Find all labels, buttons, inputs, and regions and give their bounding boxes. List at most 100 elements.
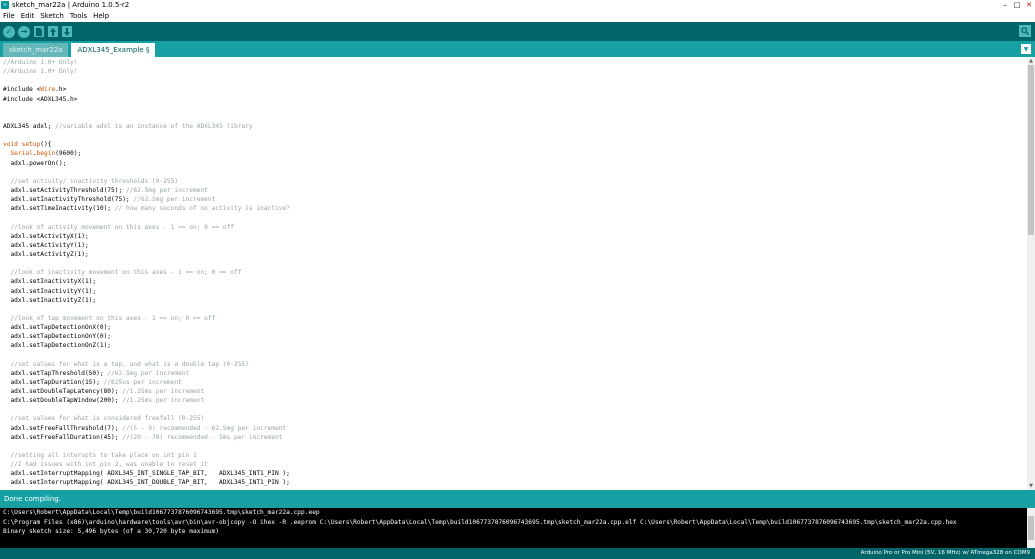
code-line[interactable]: void setup(){ [3,140,1013,149]
code-line[interactable]: //setting all interupts to take place on… [3,451,1013,460]
console-line: C:\Users\Robert\AppData\Local\Temp\build… [3,509,320,516]
code-token: setup [21,141,41,149]
code-line[interactable]: adxl.setActivityX(1); [3,232,1013,241]
code-line[interactable] [3,305,1013,314]
menu-file[interactable]: File [0,12,18,20]
code-line[interactable]: adxl.setTapDetectionOnX(0); [3,323,1013,332]
code-line[interactable]: //look of inactivity movement on this ax… [3,268,1013,277]
code-token: //(5 - 9) recommended - 62.5mg per incre… [122,424,287,432]
code-line[interactable]: Serial.begin(9600); [3,149,1013,158]
new-button[interactable] [34,26,44,37]
tab-adxl345-example[interactable]: ADXL345_Example § [71,43,156,57]
code-token: //look of tap movement on this axes - 1 … [10,314,216,322]
code-line[interactable]: #include <ADXL345.h> [3,95,1013,104]
save-arrow-icon [64,27,70,36]
open-button[interactable] [48,26,58,37]
open-arrow-icon [50,27,56,36]
serial-monitor-button[interactable] [1019,25,1031,37]
code-line[interactable]: adxl.setActivityThreshold(75); //62.5mg … [3,186,1013,195]
code-line[interactable] [3,113,1013,122]
code-line[interactable]: adxl.setTapDetectionOnZ(1); [3,341,1013,350]
code-line[interactable]: //Arduino 1.0+ Only! [3,67,1013,76]
code-line[interactable]: adxl.setInactivityX(1); [3,277,1013,286]
menu-sketch[interactable]: Sketch [37,12,67,20]
code-line[interactable]: ADXL345 adxl; //variable adxl is an inst… [3,122,1013,131]
upload-button[interactable]: → [18,25,30,38]
code-line[interactable]: //look of activity movement on this axes… [3,223,1013,232]
code-line[interactable]: adxl.setActivityZ(1); [3,250,1013,259]
code-line[interactable]: #include <Wire.h> [3,85,1013,94]
console-scrollbar-thumb[interactable] [1028,516,1034,540]
minimize-icon[interactable]: – [999,0,1011,10]
code-line[interactable]: //set values for what is considered free… [3,414,1013,423]
code-token: adxl.setInactivityZ(1); [3,296,97,304]
code-token: //set activity/ inactivity thresholds (0… [10,177,179,185]
code-line[interactable]: adxl.setTapDuration(15); //625us per inc… [3,378,1013,387]
scroll-up-icon[interactable]: ▲ [1027,57,1035,65]
window-title: sketch_mar22a | Arduino 1.0.5-r2 [12,1,130,9]
code-token: // how many seconds of no activity is in… [114,205,290,213]
code-token: adxl.setTapThreshold(50); [3,369,108,377]
code-line[interactable]: //I had issues with int pin 2, was unabl… [3,460,1013,469]
code-line[interactable]: adxl.setTapDetectionOnY(0); [3,332,1013,341]
maximize-icon[interactable]: □ [1011,0,1023,10]
checkmark-icon: ✓ [5,27,13,36]
code-line[interactable] [3,213,1013,222]
code-line[interactable]: adxl.setInactivityZ(1); [3,296,1013,305]
code-line[interactable] [3,76,1013,85]
tab-menu-chevron-down-icon[interactable]: ▼ [1021,44,1031,54]
code-line[interactable]: adxl.setInterruptMapping( ADXL345_INT_SI… [3,469,1013,478]
editor-scrollbar[interactable]: ▲ ▼ [1027,57,1035,490]
code-line[interactable]: //set activity/ inactivity thresholds (0… [3,177,1013,186]
status-message: Done compiling. [4,495,61,503]
code-token: adxl.setInactivityY(1); [3,287,97,295]
code-token: //Arduino 1.0+ Only! [3,59,78,66]
code-line[interactable]: //look of tap movement on this axes - 1 … [3,314,1013,323]
code-token: //1.25ms per increment [122,397,205,405]
code-token: adxl.setActivityY(1); [3,241,89,249]
code-editor[interactable]: //Arduino 1.0+ Only! //Arduino 1.0+ Only!… [0,57,1035,490]
toolbar: ✓ → [0,22,1035,41]
code-line[interactable]: adxl.setInterruptMapping( ADXL345_INT_DO… [3,478,1013,487]
title-bar: ∞ sketch_mar22a | Arduino 1.0.5-r2 – □ ✕ [0,0,1035,10]
new-file-icon [36,27,42,36]
scroll-down-icon[interactable]: ▼ [1027,482,1035,490]
menu-edit[interactable]: Edit [18,12,38,20]
code-line[interactable]: adxl.setTimeInactivity(10); // how many … [3,204,1013,213]
code-line[interactable]: adxl.setInactivityThreshold(75); //62.5m… [3,195,1013,204]
arrow-right-icon: → [20,27,28,36]
code-token: (){ [40,141,52,149]
code-line[interactable] [3,351,1013,360]
code-text[interactable]: //Arduino 1.0+ Only! //Arduino 1.0+ Only!… [3,58,1013,488]
code-token: adxl.setTapDuration(15); [3,378,104,386]
code-line[interactable]: adxl.setFreeFallThreshold(7); //(5 - 9) … [3,424,1013,433]
code-line[interactable] [3,131,1013,140]
save-button[interactable] [62,26,72,37]
code-line[interactable]: adxl.setActivityY(1); [3,241,1013,250]
editor-scrollbar-thumb[interactable] [1028,65,1034,235]
code-line[interactable]: adxl.powerOn(); [3,159,1013,168]
verify-button[interactable]: ✓ [3,25,15,38]
code-token: //625us per increment [103,378,182,386]
tab-sketch-mar22a[interactable]: sketch_mar22a [3,43,69,57]
code-line[interactable]: adxl.setDoubleTapWindow(200); //1.25ms p… [3,396,1013,405]
code-line[interactable]: adxl.setFreeFallDuration(45); //(20 - 70… [3,433,1013,442]
menu-help[interactable]: Help [90,12,112,20]
code-line[interactable]: adxl.setDoubleTapLatency(80); //1.25ms p… [3,387,1013,396]
console-scrollbar[interactable] [1027,508,1035,548]
code-token: #include <ADXL345.h> [3,95,78,103]
code-line[interactable] [3,259,1013,268]
code-token: //(20 - 70) recommended - 5ms per increm… [122,433,283,441]
code-line[interactable] [3,168,1013,177]
code-line[interactable]: //set values for what is a tap, and what… [3,360,1013,369]
code-line[interactable] [3,405,1013,414]
code-line[interactable] [3,442,1013,451]
code-line[interactable]: adxl.setInactivityY(1); [3,287,1013,296]
code-line[interactable]: //Arduino 1.0+ Only! [3,58,1013,67]
close-icon[interactable]: ✕ [1023,0,1035,10]
code-line[interactable]: adxl.setTapThreshold(50); //62.5mg per i… [3,369,1013,378]
code-line[interactable] [3,104,1013,113]
board-info-bar: Arduino Pro or Pro Mini (5V, 16 MHz) w/ … [0,548,1035,559]
code-token: ADXL345 adxl; [3,122,56,130]
menu-tools[interactable]: Tools [67,12,90,20]
